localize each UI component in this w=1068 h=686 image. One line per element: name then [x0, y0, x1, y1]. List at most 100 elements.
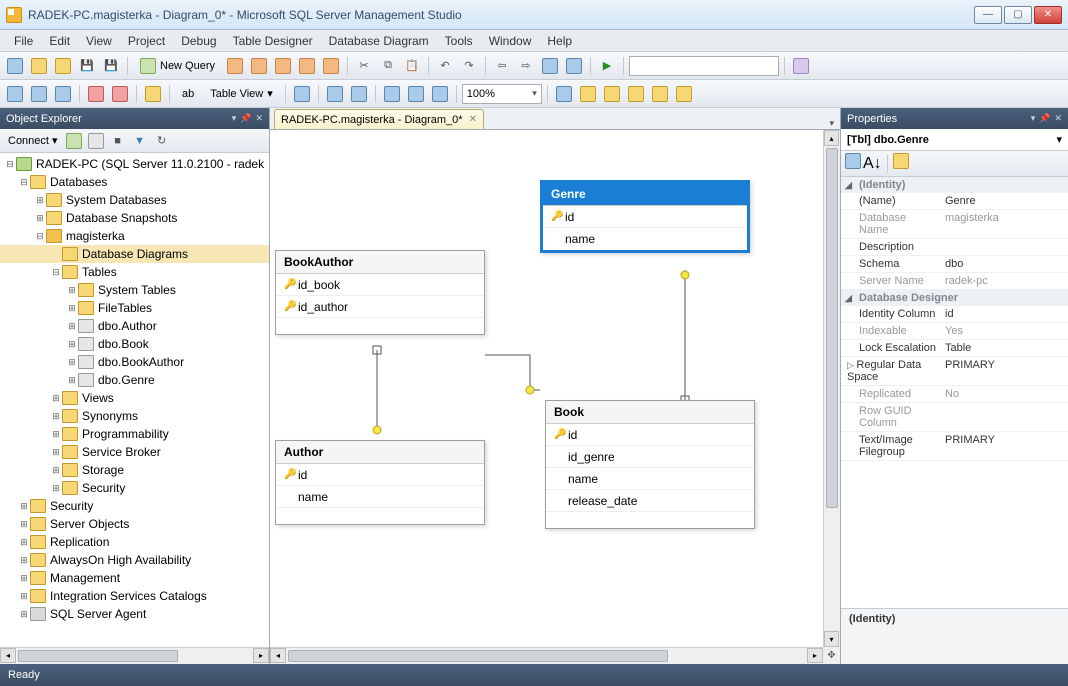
- table-header[interactable]: Book: [546, 401, 754, 424]
- tree-alwayson-node[interactable]: ⊞AlwaysOn High Availability: [0, 551, 269, 569]
- tree-table-book[interactable]: ⊞dbo.Book: [0, 335, 269, 353]
- dmx-query-icon[interactable]: [296, 55, 318, 77]
- tree-tables-node[interactable]: ⊟Tables: [0, 263, 269, 281]
- menu-window[interactable]: Window: [481, 32, 540, 50]
- menu-view[interactable]: View: [78, 32, 120, 50]
- table-view-dropdown[interactable]: Table View ▾: [203, 83, 280, 105]
- panel-pin-icon[interactable]: 📌: [1039, 113, 1050, 124]
- start-debug-icon[interactable]: ▶: [596, 55, 618, 77]
- activity-monitor-icon[interactable]: [790, 55, 812, 77]
- tree-security-node[interactable]: ⊞Security: [0, 497, 269, 515]
- table-header[interactable]: Genre: [543, 183, 747, 206]
- nav-home-icon[interactable]: [563, 55, 585, 77]
- menu-database-diagram[interactable]: Database Diagram: [321, 32, 437, 50]
- menu-tools[interactable]: Tools: [437, 32, 481, 50]
- new-project-icon[interactable]: [4, 55, 26, 77]
- add-related-icon[interactable]: [52, 83, 74, 105]
- tab-diagram[interactable]: RADEK-PC.magisterka - Diagram_0* ✕: [274, 109, 484, 129]
- close-button[interactable]: ✕: [1034, 6, 1062, 24]
- scroll-up-icon[interactable]: ▴: [824, 130, 839, 146]
- table-bookauthor[interactable]: BookAuthor 🔑id_book 🔑id_author: [275, 250, 485, 335]
- object-explorer-tree[interactable]: ⊟RADEK-PC (SQL Server 11.0.2100 - radek …: [0, 153, 269, 647]
- manage-indexes-icon[interactable]: [577, 83, 599, 105]
- spatial-index-icon[interactable]: [673, 83, 695, 105]
- tree-isc-node[interactable]: ⊞Integration Services Catalogs: [0, 587, 269, 605]
- tree-diagrams-node[interactable]: Database Diagrams: [0, 245, 269, 263]
- alphabetical-view-icon[interactable]: A↓: [863, 155, 882, 173]
- maximize-button[interactable]: ▢: [1004, 6, 1032, 24]
- panel-pin-icon[interactable]: 📌: [240, 113, 251, 124]
- save-icon[interactable]: 💾: [76, 55, 98, 77]
- menu-help[interactable]: Help: [539, 32, 580, 50]
- canvas-vscroll[interactable]: ▴ ▾: [823, 130, 840, 647]
- disconnect-icon[interactable]: [86, 131, 106, 151]
- menu-file[interactable]: File: [6, 32, 41, 50]
- table-author[interactable]: Author 🔑id name: [275, 440, 485, 525]
- scroll-down-icon[interactable]: ▾: [824, 631, 839, 647]
- db-engine-query-icon[interactable]: [224, 55, 246, 77]
- menu-table-designer[interactable]: Table Designer: [225, 32, 321, 50]
- tree-table-bookauthor[interactable]: ⊞dbo.BookAuthor: [0, 353, 269, 371]
- tree-db-magisterka[interactable]: ⊟magisterka: [0, 227, 269, 245]
- tree-table-author[interactable]: ⊞dbo.Author: [0, 317, 269, 335]
- tree-server-node[interactable]: ⊟RADEK-PC (SQL Server 11.0.2100 - radek: [0, 155, 269, 173]
- tree-views-node[interactable]: ⊞Views: [0, 389, 269, 407]
- scroll-thumb[interactable]: [18, 650, 178, 662]
- find-combo[interactable]: [629, 56, 779, 76]
- table-genre[interactable]: Genre 🔑id name: [540, 180, 750, 253]
- table-header[interactable]: Author: [276, 441, 484, 464]
- arrange-selection-icon[interactable]: [405, 83, 427, 105]
- xml-index-icon[interactable]: [625, 83, 647, 105]
- scroll-left-icon[interactable]: ◂: [0, 648, 16, 663]
- connect-dropdown[interactable]: Connect ▾: [4, 134, 62, 147]
- new-table-icon[interactable]: [4, 83, 26, 105]
- arrange-tables-icon[interactable]: [429, 83, 451, 105]
- tree-servicebroker-node[interactable]: ⊞Service Broker: [0, 443, 269, 461]
- panel-dropdown-icon[interactable]: ▾: [232, 113, 237, 124]
- relationships-icon[interactable]: [553, 83, 575, 105]
- tree-serverobjects-node[interactable]: ⊞Server Objects: [0, 515, 269, 533]
- nav-back-icon[interactable]: ⇦: [491, 55, 513, 77]
- table-book[interactable]: Book 🔑id id_genre name release_date: [545, 400, 755, 529]
- panel-close-icon[interactable]: ✕: [255, 113, 263, 124]
- tab-overflow-icon[interactable]: ▾: [829, 118, 834, 129]
- tab-close-icon[interactable]: ✕: [469, 114, 477, 125]
- recalc-page-breaks-icon[interactable]: [348, 83, 370, 105]
- tree-management-node[interactable]: ⊞Management: [0, 569, 269, 587]
- table-header[interactable]: BookAuthor: [276, 251, 484, 274]
- check-constraints-icon[interactable]: [649, 83, 671, 105]
- scroll-left-icon[interactable]: ◂: [270, 648, 286, 663]
- prop-category-dbdesigner[interactable]: ◢Database Designer: [841, 290, 1068, 306]
- filter-icon[interactable]: ▼: [130, 131, 150, 151]
- connect-oe-icon[interactable]: [64, 131, 84, 151]
- scroll-thumb[interactable]: [288, 650, 668, 662]
- diagram-canvas[interactable]: Genre 🔑id name BookAuthor 🔑id_book 🔑id_a…: [270, 130, 840, 664]
- minimize-button[interactable]: —: [974, 6, 1002, 24]
- mdx-query-icon[interactable]: [272, 55, 294, 77]
- cut-icon[interactable]: ✂: [353, 55, 375, 77]
- properties-object-selector[interactable]: [Tbl] dbo.Genre ▾: [841, 129, 1068, 151]
- redo-icon[interactable]: ↷: [458, 55, 480, 77]
- delete-from-db-icon[interactable]: [85, 83, 107, 105]
- menu-project[interactable]: Project: [120, 32, 173, 50]
- tree-programmability-node[interactable]: ⊞Programmability: [0, 425, 269, 443]
- stop-icon[interactable]: ■: [108, 131, 128, 151]
- scroll-thumb[interactable]: [826, 148, 838, 508]
- properties-grid[interactable]: ◢(Identity) (Name)Genre Database Namemag…: [841, 177, 1068, 608]
- save-all-icon[interactable]: 💾: [100, 55, 122, 77]
- tree-sysdb-node[interactable]: ⊞System Databases: [0, 191, 269, 209]
- tree-synonyms-node[interactable]: ⊞Synonyms: [0, 407, 269, 425]
- paste-icon[interactable]: 📋: [401, 55, 423, 77]
- open-icon[interactable]: [52, 55, 74, 77]
- ab-button[interactable]: ab: [175, 83, 201, 105]
- new-file-icon[interactable]: [28, 55, 50, 77]
- refresh-icon[interactable]: ↻: [152, 131, 172, 151]
- scroll-right-icon[interactable]: ▸: [807, 648, 823, 663]
- menu-edit[interactable]: Edit: [41, 32, 78, 50]
- tree-databases-node[interactable]: ⊟Databases: [0, 173, 269, 191]
- object-explorer-hscroll[interactable]: ◂ ▸: [0, 647, 269, 664]
- tree-security-db-node[interactable]: ⊞Security: [0, 479, 269, 497]
- prop-row-regdata[interactable]: ▷ Regular Data SpacePRIMARY: [841, 357, 1068, 386]
- fulltext-index-icon[interactable]: [601, 83, 623, 105]
- xmla-query-icon[interactable]: [320, 55, 342, 77]
